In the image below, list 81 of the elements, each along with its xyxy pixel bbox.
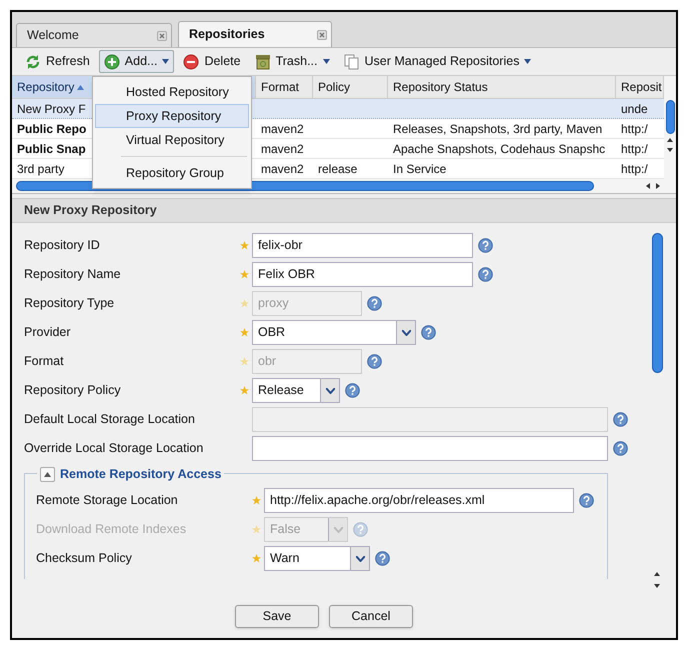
help-icon (375, 551, 390, 566)
help-icon (421, 325, 436, 340)
help-icon (345, 383, 360, 398)
input-field[interactable] (252, 436, 608, 461)
caret-up-icon (44, 472, 51, 477)
dropdown-field[interactable]: OBR (252, 320, 416, 345)
table-cell-text: 3rd party (17, 160, 64, 178)
form-button[interactable]: Cancel (329, 604, 413, 628)
table-cell-text: Apache Snapshots, Codehaus Snapshc (393, 140, 606, 158)
close-icon[interactable] (317, 30, 327, 40)
vertical-scrollbar-thumb[interactable] (666, 100, 674, 134)
help-icon (613, 412, 628, 427)
dropdown-field[interactable]: Warn (264, 546, 370, 571)
toolbar-button[interactable]: User Managed Repositories (338, 50, 536, 73)
help-icon (353, 522, 368, 537)
table-cell-text: release (318, 160, 358, 178)
tab[interactable]: Welcome (16, 23, 172, 47)
documents-icon (344, 54, 360, 70)
field-label: Repository Type (24, 295, 116, 312)
scroll-up-icon[interactable] (666, 136, 674, 144)
menu-item[interactable]: Proxy Repository (95, 104, 249, 128)
field-label: Download Remote Indexes (36, 521, 188, 538)
close-icon[interactable] (157, 30, 167, 40)
field-label: Override Local Storage Location (24, 440, 204, 458)
panel-header: New Proxy Repository (12, 198, 676, 222)
help-icon (367, 354, 382, 369)
help-icon (367, 296, 382, 311)
input-field[interactable]: felix-obr (252, 233, 473, 258)
scroll-down-icon[interactable] (653, 582, 661, 590)
field-label: Repository Name (24, 266, 122, 284)
toolbar-button[interactable]: Add... (98, 50, 174, 73)
field-label: Default Local Storage Location (24, 411, 196, 428)
caret-down-icon (356, 556, 364, 562)
table-cell-text: Public Snap (17, 140, 86, 158)
trash-can-icon (254, 54, 271, 70)
table-cell-text: Releases, Snapshots, 3rd party, Maven (393, 120, 602, 138)
plus-circle-icon (104, 54, 120, 70)
toolbar-button[interactable]: Refresh (20, 50, 95, 73)
caret-down-icon (326, 388, 334, 394)
caret-down-icon (402, 330, 410, 336)
input-field[interactable]: Felix OBR (252, 262, 473, 287)
field-label: Remote Storage Location (36, 492, 179, 510)
input-field[interactable]: http://felix.apache.org/obr/releases.xml (264, 488, 574, 513)
scroll-up-icon[interactable] (653, 570, 661, 578)
table-cell-text: maven2 (261, 120, 304, 138)
table-cell-text: Public Repo (17, 120, 86, 138)
table-cell-text: http:/ (621, 120, 648, 138)
table-cell-text: In Service (393, 160, 446, 178)
help-icon (613, 441, 628, 456)
table-cell-text: maven2 (261, 140, 304, 158)
toolbar-button[interactable]: Delete (178, 50, 246, 73)
column-header[interactable]: Policy (313, 76, 388, 98)
caret-down-icon (334, 526, 342, 532)
field-label: Repository ID (24, 237, 101, 254)
tab[interactable]: Repositories (178, 21, 332, 47)
refresh-icon (25, 54, 41, 70)
table-cell-text: http:/ (621, 160, 648, 178)
section-title: Remote Repository Access (60, 466, 222, 483)
table-cell-text: maven2 (261, 160, 304, 178)
vertical-scrollbar-thumb[interactable] (652, 233, 662, 373)
table-cell-text: New Proxy F (17, 100, 86, 118)
table-cell-text: unde (621, 100, 648, 118)
form-button[interactable]: Save (235, 604, 319, 628)
scroll-left-icon[interactable] (644, 182, 652, 190)
collapse-toggle[interactable] (40, 466, 55, 482)
toolbar-button[interactable]: Trash... (250, 50, 335, 73)
column-header[interactable]: Format (256, 76, 313, 98)
scroll-down-icon[interactable] (666, 146, 674, 154)
table-cell-text: http:/ (621, 140, 648, 158)
help-icon (478, 238, 493, 253)
column-header[interactable]: Repository Status (388, 76, 616, 98)
field-label: Provider (24, 324, 72, 342)
sort-ascending-icon (77, 84, 84, 90)
scroll-right-icon[interactable] (654, 182, 662, 190)
field-label: Repository Policy (24, 382, 122, 400)
minus-circle-icon (183, 54, 200, 70)
dropdown-field[interactable]: Release (252, 378, 340, 403)
field-label: Format (24, 353, 65, 370)
field-label: Checksum Policy (36, 550, 133, 568)
help-icon (478, 267, 493, 282)
help-icon (579, 493, 594, 508)
